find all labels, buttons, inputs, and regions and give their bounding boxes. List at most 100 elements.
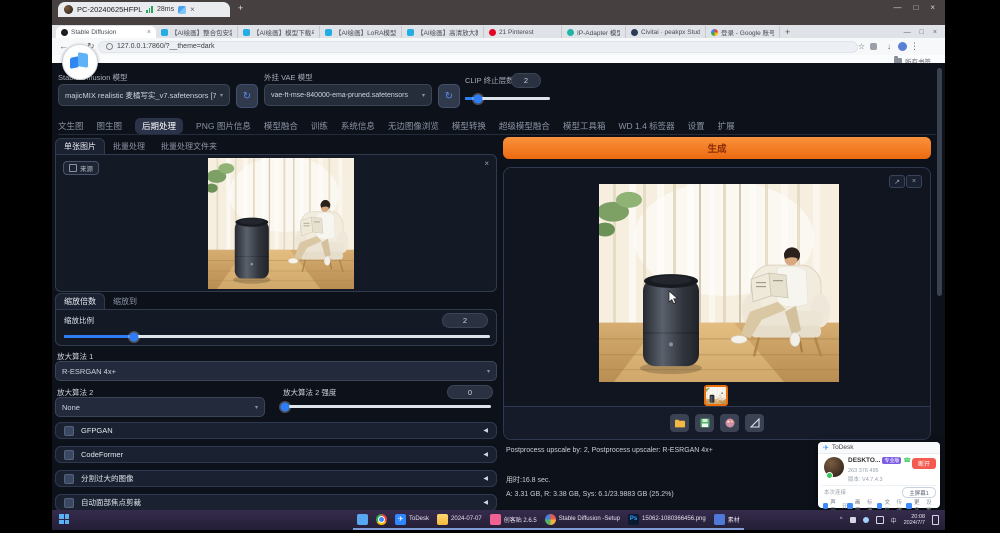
subtab-single-image[interactable]: 单张图片 (55, 138, 105, 154)
browser-tab[interactable]: 21 Pinterest (484, 26, 562, 38)
tab-model-toolkit[interactable]: 模型工具箱 (563, 120, 606, 132)
close-icon[interactable]: × (933, 29, 937, 36)
subtab-batch-process[interactable]: 批量处理 (105, 139, 153, 154)
tray-icon[interactable] (863, 517, 869, 523)
browser-tab[interactable]: IP-Adapter 模型下载 (562, 26, 626, 38)
taskbar-sd-setup[interactable]: Stable Diffusion -Setup (541, 510, 624, 530)
profile-avatar[interactable] (898, 42, 907, 51)
bookmark-star-icon[interactable]: ☆ (858, 42, 865, 51)
checkbox[interactable] (64, 426, 74, 436)
refresh-vae-button[interactable]: ↻ (438, 84, 460, 108)
taskbar-folder[interactable]: 2024-07-07 (433, 510, 486, 530)
accordion-auto-face-crop[interactable]: 自动面部焦点剪裁 ◀ (55, 494, 497, 511)
tray-chevron-up-icon[interactable]: ^ (840, 517, 843, 523)
tab-settings[interactable]: 设置 (688, 120, 705, 132)
notification-center-icon[interactable] (932, 515, 939, 525)
browser-tab[interactable]: 【AI绘画】LoRA模型训练 - 哔哩哔哩 (320, 26, 402, 38)
clip-skip-slider[interactable] (465, 97, 550, 100)
send-to-palette-button[interactable] (720, 414, 739, 432)
maximize-icon[interactable]: □ (913, 3, 918, 12)
extensions-icon[interactable] (870, 43, 877, 50)
close-icon[interactable]: × (930, 3, 935, 12)
refresh-checkpoint-button[interactable]: ↻ (236, 84, 258, 108)
minimize-icon[interactable]: — (904, 29, 911, 36)
upscaler2-strength-value[interactable]: 0 (447, 385, 493, 399)
close-session-icon[interactable]: × (190, 5, 195, 14)
taskbar-clock[interactable]: 20:08 2024/7/7 (904, 514, 925, 527)
tray-icon[interactable] (876, 516, 884, 524)
checkbox[interactable] (64, 498, 74, 508)
start-button[interactable] (55, 510, 73, 530)
download-icon[interactable]: ↓ (887, 42, 891, 51)
gallery-thumbnail[interactable] (704, 385, 728, 406)
browser-tab[interactable]: 登录 - Google 账号 (706, 26, 780, 38)
clear-image-icon[interactable]: × (484, 159, 489, 168)
taskbar-todesk[interactable]: ✈ ToDesk (391, 510, 433, 530)
vae-dropdown[interactable]: vae-ft-mse-840000-ema-pruned.safetensors… (264, 84, 432, 106)
voice-call-icon[interactable]: ☎ (903, 457, 910, 464)
browser-tab[interactable]: Civitai · peakpx Studio (626, 26, 706, 38)
subtab-batch-folder[interactable]: 批量处理文件夹 (153, 139, 225, 154)
tab-wd14-tagger[interactable]: WD 1.4 标签器 (618, 120, 674, 132)
tab-txt2img[interactable]: 文生图 (58, 120, 84, 132)
taskbar-pink-app[interactable]: 创客贴 2.6.5 (486, 510, 541, 530)
new-tab-button[interactable]: + (785, 27, 790, 37)
new-session-button[interactable]: + (238, 3, 243, 13)
close-gallery-button[interactable]: × (906, 175, 922, 188)
browser-tab[interactable]: 【AI绘画】高清放大教程 - 哔哩哔哩 (402, 26, 484, 38)
scale-ratio-slider[interactable] (64, 335, 490, 338)
minimize-icon[interactable]: — (893, 3, 901, 12)
tab-train[interactable]: 训练 (311, 120, 328, 132)
open-folder-button[interactable] (670, 414, 689, 432)
launcher-logo[interactable] (62, 44, 98, 80)
clip-skip-value[interactable]: 2 (511, 73, 541, 88)
subtab-scale-by[interactable]: 缩放倍数 (55, 293, 105, 309)
accordion-codeformer[interactable]: CodeFormer ◀ (55, 446, 497, 463)
tab-close-icon[interactable]: × (147, 29, 151, 36)
scale-ratio-value[interactable]: 2 (442, 313, 488, 328)
tab-infinite-browser[interactable]: 无边图像浏览 (388, 120, 439, 132)
output-image[interactable] (599, 184, 839, 382)
screen-select-button[interactable]: 主屏幕1 (902, 487, 936, 498)
accordion-split-oversize[interactable]: 分割过大的图像 ◀ (55, 470, 497, 487)
taskbar-app-grid[interactable] (353, 510, 372, 530)
tab-img2img[interactable]: 图生图 (97, 120, 123, 132)
checkbox[interactable] (64, 450, 74, 460)
slider-knob[interactable] (281, 402, 290, 411)
taskbar-photoshop[interactable]: Ps 15062-1080366456.png (624, 510, 710, 530)
accordion-gfpgan[interactable]: GFPGAN ◀ (55, 422, 497, 439)
tab-extras[interactable]: 后期处理 (135, 118, 183, 134)
ime-indicator[interactable]: 中 (891, 516, 897, 525)
generate-button[interactable]: 生成 (503, 137, 931, 159)
tab-model-converter[interactable]: 模型转换 (452, 120, 486, 132)
tab-checkpoint-merger[interactable]: 模型融合 (264, 120, 298, 132)
browser-tab[interactable]: 【AI绘画】模型下载与使用 - 哔哩哔哩 (238, 26, 320, 38)
monitor-select-icon[interactable] (178, 6, 186, 14)
scrollbar-thumb[interactable] (937, 68, 942, 296)
todesk-header[interactable]: ✈ ToDesk (818, 442, 940, 454)
browser-tab-active[interactable]: Stable Diffusion × (56, 26, 156, 38)
browser-tab[interactable]: 【AI绘画】整合包安装教程 - 哔哩哔哩 (156, 26, 238, 38)
upscaler2-dropdown[interactable]: None ▾ (55, 397, 265, 417)
tab-system-info[interactable]: 系统信息 (341, 120, 375, 132)
slider-knob[interactable] (474, 94, 483, 103)
expand-image-button[interactable]: ↗ (889, 175, 905, 188)
save-image-button[interactable] (695, 414, 714, 432)
tray-icon[interactable] (850, 517, 856, 523)
site-info-icon[interactable] (106, 43, 113, 50)
sd-model-dropdown[interactable]: majicMIX realistic 麦橘写实_v7.safetensors [… (58, 84, 230, 106)
menu-icon[interactable]: ⋮ (910, 41, 919, 52)
source-image-dropzone[interactable]: 来源 × (55, 154, 497, 292)
tab-super-merger[interactable]: 超级模型融合 (499, 120, 550, 132)
upscaler2-strength-slider[interactable] (283, 405, 491, 408)
send-to-extras-button[interactable] (745, 414, 764, 432)
tab-png-info[interactable]: PNG 图片信息 (196, 120, 251, 132)
disconnect-button[interactable]: 断开 (912, 458, 936, 469)
taskbar-chrome[interactable] (372, 510, 391, 530)
taskbar-material[interactable]: 素材 (710, 510, 744, 530)
slider-knob[interactable] (130, 332, 139, 341)
checkbox[interactable] (64, 474, 74, 484)
upscaler1-dropdown[interactable]: R-ESRGAN 4x+ ▾ (55, 361, 497, 381)
remote-session-tab[interactable]: PC-20240625HFPL 28ms × (58, 2, 230, 17)
url-bar[interactable]: 127.0.0.1:7860/?__theme=dark (98, 41, 858, 53)
